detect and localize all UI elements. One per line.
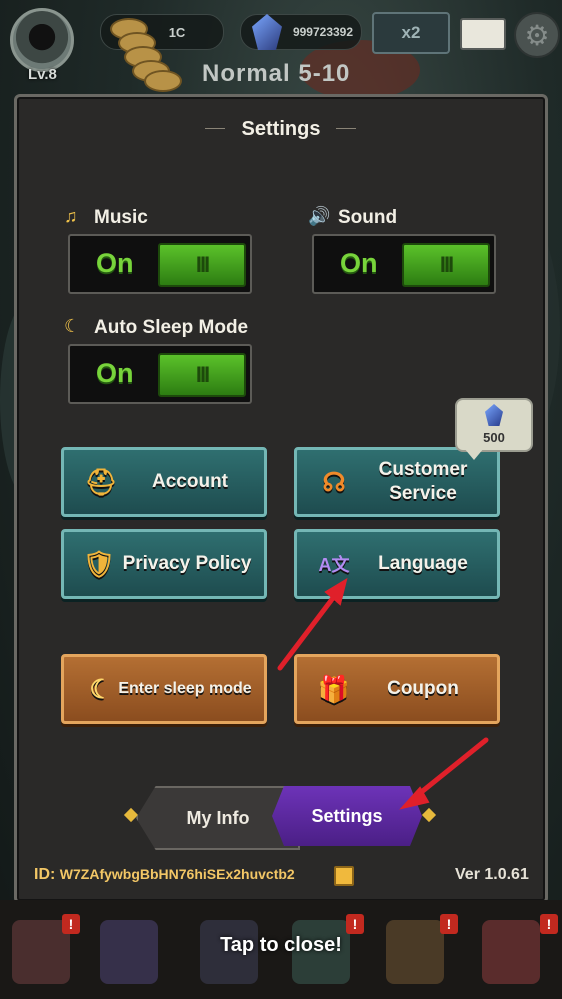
copy-icon[interactable] (334, 866, 354, 886)
coin-icon (104, 12, 190, 92)
coupon-label: Coupon (387, 678, 459, 699)
music-note-icon: ♫ (64, 206, 78, 226)
account-button[interactable]: ⛑ Account (61, 447, 267, 517)
speaker-icon: 🔊 (308, 206, 331, 226)
auto-sleep-state: On (96, 358, 134, 388)
toggle-knob: III (158, 353, 246, 397)
id-value: W7ZAfywbgBbHN76hiSEx2huvctb2 (59, 866, 295, 882)
alert-icon: ! (540, 914, 558, 934)
translate-icon: A文 (318, 555, 350, 575)
reward-badge: 500 (455, 398, 533, 452)
customer-service-line2: Service (389, 483, 457, 504)
headset-icon: ☊ (322, 466, 346, 497)
top-hud: Lv.8 1C 999723392 x2 ⚙ Normal 5-10 (0, 0, 562, 92)
privacy-policy-button[interactable]: 🛡 Privacy Policy (61, 529, 267, 599)
gear-icon[interactable]: ⚙ (514, 12, 560, 58)
language-button[interactable]: A文 Language (294, 529, 500, 599)
tab-settings[interactable]: Settings (272, 786, 422, 846)
stage-label: Normal 5-10 (202, 60, 351, 87)
coupon-button[interactable]: 🎁 Coupon (294, 654, 500, 724)
enter-sleep-mode-label: Enter sleep mode (118, 680, 252, 697)
mail-icon[interactable] (460, 18, 506, 50)
alert-icon: ! (62, 914, 80, 934)
enter-sleep-mode-button[interactable]: ☾ Enter sleep mode (61, 654, 267, 724)
user-id: ID: W7ZAfywbgBbHN76hiSEx2huvctb2 (34, 866, 295, 884)
sound-toggle[interactable]: On III (312, 234, 496, 294)
gift-icon: 🎁 (317, 673, 351, 704)
version-label: Ver 1.0.61 (455, 866, 529, 883)
gem-icon (485, 404, 503, 426)
tap-to-close[interactable]: Tap to close! (0, 934, 562, 957)
helmet-icon: ⛑ (84, 466, 118, 497)
customer-service-line1: Customer (378, 459, 468, 480)
music-label: Music (94, 207, 148, 228)
moon-sparkle-icon: ☾ (64, 316, 81, 336)
sound-state: On (340, 248, 378, 278)
account-label: Account (152, 471, 228, 492)
alert-icon: ! (346, 914, 364, 934)
privacy-policy-label: Privacy Policy (122, 553, 252, 574)
reward-amount: 500 (483, 430, 505, 445)
dialog-title: Settings (241, 118, 321, 140)
toggle-knob: III (158, 243, 246, 287)
language-label: Language (378, 553, 468, 574)
gem-amount: 999723392 (292, 25, 354, 39)
alert-icon: ! (440, 914, 458, 934)
auto-sleep-toggle[interactable]: On III (68, 344, 252, 404)
shield-lock-icon: 🛡 (82, 548, 116, 579)
badge-tail (464, 448, 484, 460)
player-level: Lv.8 (28, 66, 57, 83)
customer-service-label: Customer Service (357, 458, 489, 506)
music-state: On (96, 248, 134, 278)
id-label: ID: (34, 866, 56, 883)
music-toggle[interactable]: On III (68, 234, 252, 294)
auto-sleep-label: Auto Sleep Mode (94, 317, 249, 338)
toggle-knob: III (402, 243, 490, 287)
player-avatar[interactable] (10, 8, 74, 72)
speed-multiplier-button[interactable]: x2 (372, 12, 450, 54)
sound-label: Sound (338, 207, 398, 228)
